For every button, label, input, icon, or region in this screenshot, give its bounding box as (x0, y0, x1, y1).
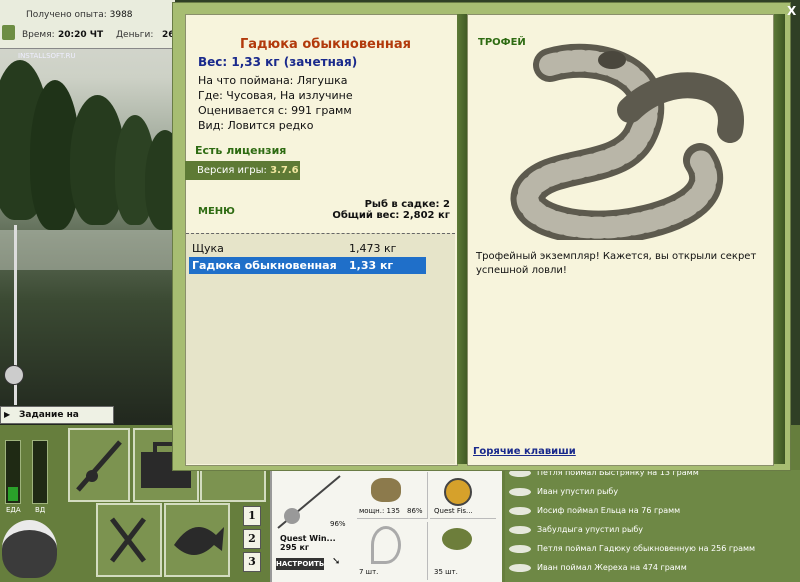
log-text: Иван упустил рыбу (537, 487, 619, 496)
catch-list-row-selected[interactable]: Гадюка обыкновенная 1,33 кг (189, 257, 426, 274)
bait-slot[interactable]: 35 шт. (430, 522, 496, 580)
rod-percent: 96% (330, 520, 346, 528)
log-line: Иван поймал Жереха на 474 грамм (509, 558, 796, 577)
catch-list: Щука 1,473 кг Гадюка обыкновенная 1,33 к… (186, 233, 455, 464)
hooks-count: 7 шт. (359, 568, 379, 576)
keepnet-count: Рыб в садке: 2 (364, 199, 450, 210)
log-line: Иосиф поймал Ельца на 76 грамм (509, 501, 796, 520)
game-scene (0, 0, 175, 430)
time-value: 20:20 ЧТ (58, 30, 104, 40)
catch-list-row[interactable]: Щука 1,473 кг (189, 240, 426, 257)
cutlery-icon (110, 517, 146, 563)
hud-panel: Получено опыта: 3988 Время: 20:20 ЧТ Ден… (0, 0, 175, 49)
resize-arrow-icon: ➘ (332, 556, 341, 567)
equipment-panel: Quest Win... 295 кг 96% НАСТРОИТЬ ➘ мощн… (270, 470, 502, 582)
experience-value: 3988 (109, 10, 133, 20)
slot-button-2[interactable]: 2 (243, 529, 261, 549)
fishing-line-icon (444, 478, 472, 506)
reel-power: мощн.: 135 (359, 507, 400, 515)
menu-link[interactable]: МЕНЮ (198, 206, 235, 217)
frog-icon (442, 528, 472, 550)
fish-button[interactable] (164, 503, 230, 577)
rod-icon (76, 440, 122, 492)
reel-icon (371, 478, 401, 502)
food-meter (5, 440, 21, 504)
close-button[interactable]: X (787, 4, 800, 18)
license-status: Есть лицензия (195, 144, 287, 157)
setup-button[interactable]: НАСТРОИТЬ (276, 558, 324, 570)
log-line: Иван упустил рыбу (509, 482, 796, 501)
slot-button-1[interactable]: 1 (243, 506, 261, 526)
fish-weight: Вес: 1,33 кг (зачетная) (198, 55, 358, 69)
log-line: Петля поймал Гадюку обыкновенную на 256 … (509, 539, 796, 558)
time-label: Время: (22, 30, 55, 40)
slot-label: 2 (248, 532, 256, 545)
line-slot[interactable]: Quest Fis... (430, 472, 496, 519)
water-label: ВД (35, 506, 46, 514)
rod-name: Quest Win... (280, 534, 336, 543)
rod-weight: 295 кг (280, 543, 310, 552)
fish-icon (509, 544, 531, 553)
catch-fish-weight: 1,473 кг (349, 242, 397, 255)
fish-caught-on: На что поймана: Лягушка (198, 74, 348, 87)
watermark: INSTALLSOFT.RU (18, 52, 76, 60)
version-label: Версия игры: (197, 165, 267, 176)
fish-name: Гадюка обыкновенная (240, 37, 411, 52)
log-text: Иван поймал Жереха на 474 грамм (537, 563, 687, 572)
catch-fish-name: Гадюка обыкновенная (192, 259, 337, 272)
bait-count: 35 шт. (434, 568, 458, 576)
arrow-right-icon: ▶ (4, 410, 11, 419)
slot-label: 1 (248, 509, 256, 522)
event-log: Петля поймал Быстрянку на 13 грамм Иван … (505, 468, 800, 582)
catch-fish-name: Щука (192, 242, 224, 255)
fish-icon (509, 506, 531, 515)
fish-icon (174, 527, 224, 555)
slot-button-3[interactable]: 3 (243, 552, 261, 572)
keepnet-total: Общий вес: 2,802 кг (332, 210, 450, 221)
log-line: Забулдыга упустил рыбу (509, 520, 796, 539)
log-text: Забулдыга упустил рыбу (537, 525, 643, 534)
experience-label: Получено опыта: (26, 10, 107, 20)
fish-location: Где: Чусовая, На излучине (198, 89, 353, 102)
rod-slot[interactable]: Quest Win... 295 кг 96% (274, 472, 346, 552)
money-label: Деньги: (116, 30, 154, 40)
hotkeys-link[interactable]: Горячие клавиши (473, 446, 576, 457)
catch-fish-weight: 1,33 кг (349, 259, 394, 272)
rods-button[interactable] (68, 428, 130, 502)
fish-icon (509, 563, 531, 572)
cauldron-icon[interactable] (2, 520, 57, 578)
food-label: ЕДА (6, 506, 21, 514)
line-name: Quest Fis... (434, 507, 473, 515)
log-text: Иосиф поймал Ельца на 76 грамм (537, 506, 681, 515)
reel-slot[interactable]: мощн.: 135 86% (357, 472, 428, 519)
hooks-slot[interactable]: 7 шт. (357, 522, 428, 580)
version-badge: Версия игры: 3.7.6 (185, 161, 300, 180)
reel-percent: 86% (407, 507, 423, 515)
lock-icon[interactable] (2, 25, 15, 40)
fish-rarity: Вид: Ловится редко (198, 119, 314, 132)
slot-label: 3 (248, 555, 256, 568)
scrollbar[interactable] (773, 14, 785, 464)
tournament-task-button[interactable]: ▶ Задание на турнир (0, 406, 114, 436)
fish-value: Оценивается с: 991 грамм (198, 104, 352, 117)
fish-icon (509, 525, 531, 534)
log-text: Петля поймал Гадюку обыкновенную на 256 … (537, 544, 756, 553)
water-meter (32, 440, 48, 504)
version-value: 3.7.6 (270, 165, 299, 176)
snake-image (510, 43, 744, 240)
trophy-text: Трофейный экземпляр! Кажется, вы открыли… (476, 251, 757, 276)
hook-icon (371, 526, 401, 564)
reel-icon (4, 365, 24, 385)
kitchen-button[interactable] (96, 503, 162, 577)
fish-icon (509, 487, 531, 496)
